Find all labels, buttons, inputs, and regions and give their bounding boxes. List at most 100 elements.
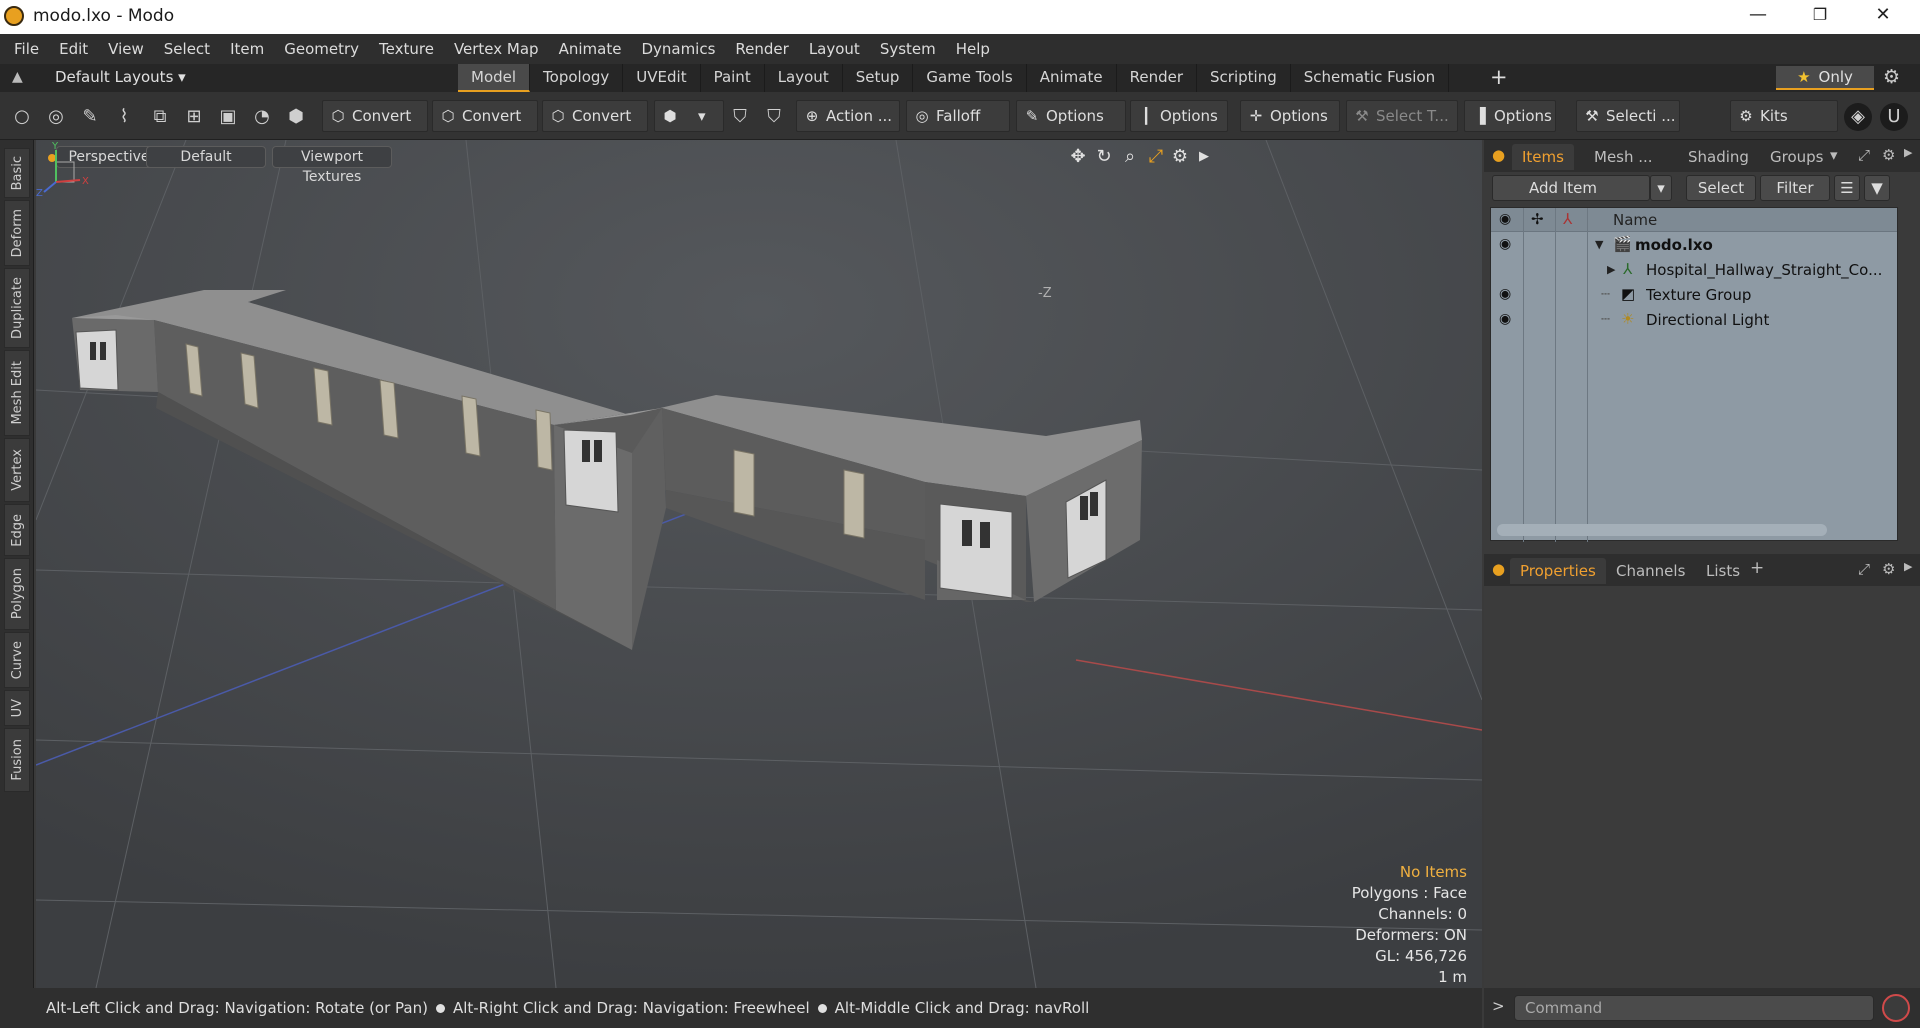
select-button[interactable]: Select	[1686, 175, 1756, 201]
viewport-more-arrow-icon[interactable]: ▶	[1192, 147, 1216, 169]
tab-mesh-edit[interactable]: Mesh Edit	[4, 350, 30, 436]
tab-edge[interactable]: Edge	[4, 504, 30, 556]
visibility-eye-icon[interactable]: ◉	[1499, 311, 1511, 327]
tab-game-tools[interactable]: Game Tools	[913, 64, 1027, 92]
lock-column-icon[interactable]: ✢	[1531, 210, 1544, 228]
add-item-button[interactable]: Add Item	[1492, 175, 1650, 201]
3d-viewport[interactable]: Perspective Default Viewport Textures ✥ …	[36, 140, 1482, 988]
tab-scripting[interactable]: Scripting	[1197, 64, 1291, 92]
menu-animate[interactable]: Animate	[549, 40, 632, 58]
tab-schematic-fusion[interactable]: Schematic Fusion	[1291, 64, 1450, 92]
filter-button[interactable]: Filter	[1760, 175, 1830, 201]
options-button-1[interactable]: ✎ Options	[1016, 100, 1126, 132]
menu-edit[interactable]: Edit	[49, 40, 98, 58]
menu-file[interactable]: File	[4, 40, 49, 58]
expand-panel-icon[interactable]: ⤢	[1858, 146, 1870, 164]
panel-more-icon[interactable]: ▶	[1904, 560, 1912, 573]
tab-lists[interactable]: Lists	[1696, 558, 1750, 584]
tab-paint[interactable]: Paint	[701, 64, 765, 92]
outliner-row-mesh[interactable]: ▶ ⅄ Hospital_Hallway_Straight_Co...	[1491, 258, 1897, 283]
visibility-column-eye-icon[interactable]: ◉	[1499, 211, 1511, 227]
visibility-eye-icon[interactable]: ◉	[1499, 236, 1511, 252]
panel-more-icon[interactable]: ▶	[1904, 146, 1912, 159]
edges-icon[interactable]: ⧉	[146, 103, 174, 131]
tab-duplicate[interactable]: Duplicate	[4, 268, 30, 348]
viewport-settings-gear-icon[interactable]: ⚙	[1168, 147, 1192, 169]
menu-help[interactable]: Help	[946, 40, 1000, 58]
tabs-dropdown-icon[interactable]: ▾	[1830, 146, 1838, 164]
outliner-row-texture-group[interactable]: ◉ ┄ ◩ Texture Group	[1491, 283, 1897, 308]
outliner-row-directional-light[interactable]: ◉ ┄ ☀ Directional Light	[1491, 308, 1897, 333]
kits-button[interactable]: ⚙ Kits	[1730, 100, 1838, 132]
outliner-horizontal-scrollbar[interactable]	[1497, 524, 1827, 536]
snap-icon[interactable]: ⛉	[760, 103, 788, 131]
add-tab-plus-icon[interactable]: +	[1490, 65, 1508, 89]
tab-layout[interactable]: Layout	[765, 64, 843, 92]
expand-panel-icon[interactable]: ⤢	[1858, 560, 1870, 578]
polygons-icon[interactable]: ⊞	[180, 103, 208, 131]
unity-icon[interactable]: ◈	[1844, 103, 1872, 131]
tab-polygon[interactable]: Polygon	[4, 558, 30, 630]
maximize-button[interactable]: ❐	[1797, 0, 1843, 32]
expand-arrow-icon[interactable]: ▼	[1595, 238, 1603, 251]
tab-uv[interactable]: UV	[4, 690, 30, 726]
tab-channels[interactable]: Channels	[1606, 558, 1695, 584]
record-macro-icon[interactable]	[1882, 994, 1910, 1022]
outliner-row-scene[interactable]: ◉ ▼ 🎬 modo.lxo	[1491, 233, 1897, 258]
zoom-icon[interactable]: ⌕	[1118, 147, 1142, 169]
primitive-dropdown[interactable]: ⬢ ▾	[654, 100, 724, 132]
material-icon[interactable]: ◔	[248, 103, 276, 131]
tab-fusion[interactable]: Fusion	[4, 728, 30, 792]
pen-icon[interactable]: ✎	[76, 103, 104, 131]
panel-dot-icon[interactable]: ●	[1492, 146, 1505, 164]
filter-funnel-icon[interactable]: ▼	[1864, 175, 1890, 201]
tab-groups[interactable]: Groups	[1760, 144, 1833, 170]
default-layouts-dropdown[interactable]: Default Layouts ▾	[55, 68, 186, 86]
only-toggle-button[interactable]: ★ Only	[1776, 66, 1874, 90]
selection-sets-button[interactable]: ⚒ Selecti ...	[1576, 100, 1680, 132]
tab-properties[interactable]: Properties	[1510, 558, 1606, 584]
tab-curve[interactable]: Curve	[4, 632, 30, 688]
name-column-header[interactable]: Name	[1613, 211, 1657, 229]
tab-render[interactable]: Render	[1117, 64, 1198, 92]
items-icon[interactable]: ▣	[214, 103, 242, 131]
tab-model[interactable]: Model	[458, 64, 531, 92]
options-button-4[interactable]: ▐ Options	[1464, 100, 1556, 132]
shading-dropdown[interactable]: Default	[146, 146, 266, 168]
falloff-button[interactable]: ◎ Falloff	[906, 100, 1010, 132]
tab-shading[interactable]: Shading	[1678, 144, 1759, 170]
list-options-icon[interactable]: ☰	[1834, 175, 1860, 201]
tab-uvedit[interactable]: UVEdit	[623, 64, 701, 92]
menu-view[interactable]: View	[98, 40, 154, 58]
brush-icon[interactable]: ⌇	[110, 103, 138, 131]
tab-items[interactable]: Items	[1512, 144, 1574, 170]
convert-button-1[interactable]: ⬡ Convert	[322, 100, 428, 132]
menu-layout[interactable]: Layout	[799, 40, 870, 58]
vertex-mode-icon[interactable]: ○	[8, 103, 36, 131]
cube-icon[interactable]: ⬢	[282, 103, 310, 131]
tab-setup[interactable]: Setup	[843, 64, 914, 92]
panel-gear-icon[interactable]: ⚙	[1882, 146, 1895, 164]
collapse-arrow-icon[interactable]: ▲	[12, 69, 23, 85]
tab-basic[interactable]: Basic	[4, 148, 30, 198]
visibility-eye-icon[interactable]: ◉	[1499, 286, 1511, 302]
panel-gear-icon[interactable]: ⚙	[1882, 560, 1895, 578]
select-through-button[interactable]: ⚒ Select T...	[1346, 100, 1458, 132]
symmetry-icon[interactable]: ⛉	[726, 103, 754, 131]
close-button[interactable]: ✕	[1860, 0, 1906, 32]
sphere-select-icon[interactable]: ◎	[42, 103, 70, 131]
menu-dynamics[interactable]: Dynamics	[631, 40, 725, 58]
add-item-dropdown-chevron-icon[interactable]: ▾	[1650, 175, 1672, 201]
options-button-3[interactable]: ✛ Options	[1240, 100, 1340, 132]
maximize-viewport-icon[interactable]: ⤢	[1144, 147, 1168, 169]
menu-item[interactable]: Item	[220, 40, 274, 58]
convert-button-2[interactable]: ⬡ Convert	[432, 100, 538, 132]
menu-render[interactable]: Render	[725, 40, 798, 58]
action-center-button[interactable]: ⊕ Action ...	[796, 100, 900, 132]
options-button-2[interactable]: ┃ Options	[1130, 100, 1228, 132]
menu-system[interactable]: System	[870, 40, 946, 58]
panel-dot-icon[interactable]: ●	[1492, 560, 1505, 578]
expand-arrow-icon[interactable]: ▶	[1607, 263, 1615, 276]
unreal-icon[interactable]: U	[1880, 103, 1908, 131]
viewport-textures-dropdown[interactable]: Viewport Textures	[272, 146, 392, 185]
